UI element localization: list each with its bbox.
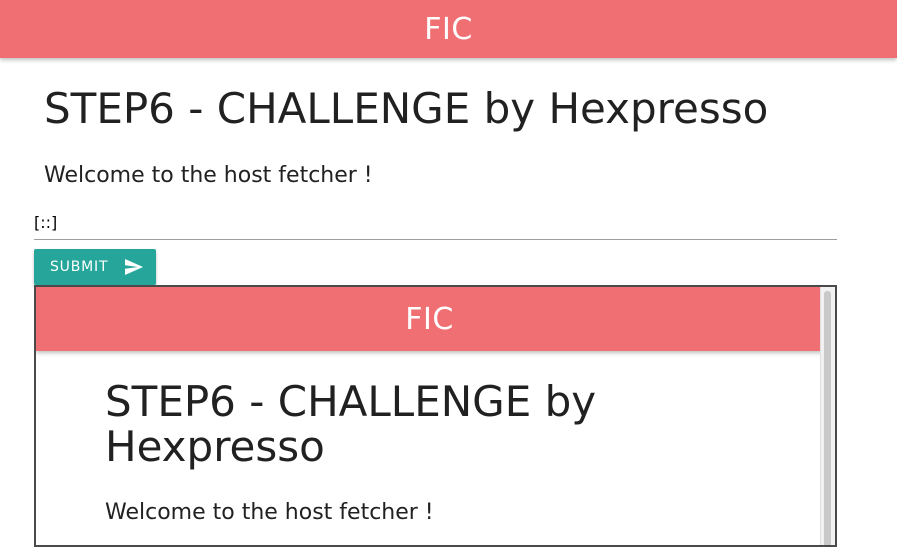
fetched-page-welcome: Welcome to the host fetcher ! xyxy=(105,500,434,525)
frame-scrollbar[interactable] xyxy=(820,287,835,545)
frame-scrollbar-thumb[interactable] xyxy=(824,291,831,545)
host-input[interactable] xyxy=(34,206,837,240)
fetched-page-frame[interactable]: FIC STEP6 - CHALLENGE by Hexpresso Welco… xyxy=(34,285,837,547)
welcome-text: Welcome to the host fetcher ! xyxy=(44,163,373,188)
fetched-page-navbar: FIC xyxy=(36,287,823,351)
page-title: STEP6 - CHALLENGE by Hexpresso xyxy=(44,84,769,133)
submit-button-label: SUBMIT xyxy=(50,259,109,275)
fetched-page-brand[interactable]: FIC xyxy=(405,302,454,337)
send-icon xyxy=(125,259,144,275)
brand-logo-text[interactable]: FIC xyxy=(424,12,473,47)
top-navbar: FIC xyxy=(0,0,897,58)
fetched-page-title: STEP6 - CHALLENGE by Hexpresso xyxy=(105,377,597,471)
submit-button[interactable]: SUBMIT xyxy=(34,249,156,285)
